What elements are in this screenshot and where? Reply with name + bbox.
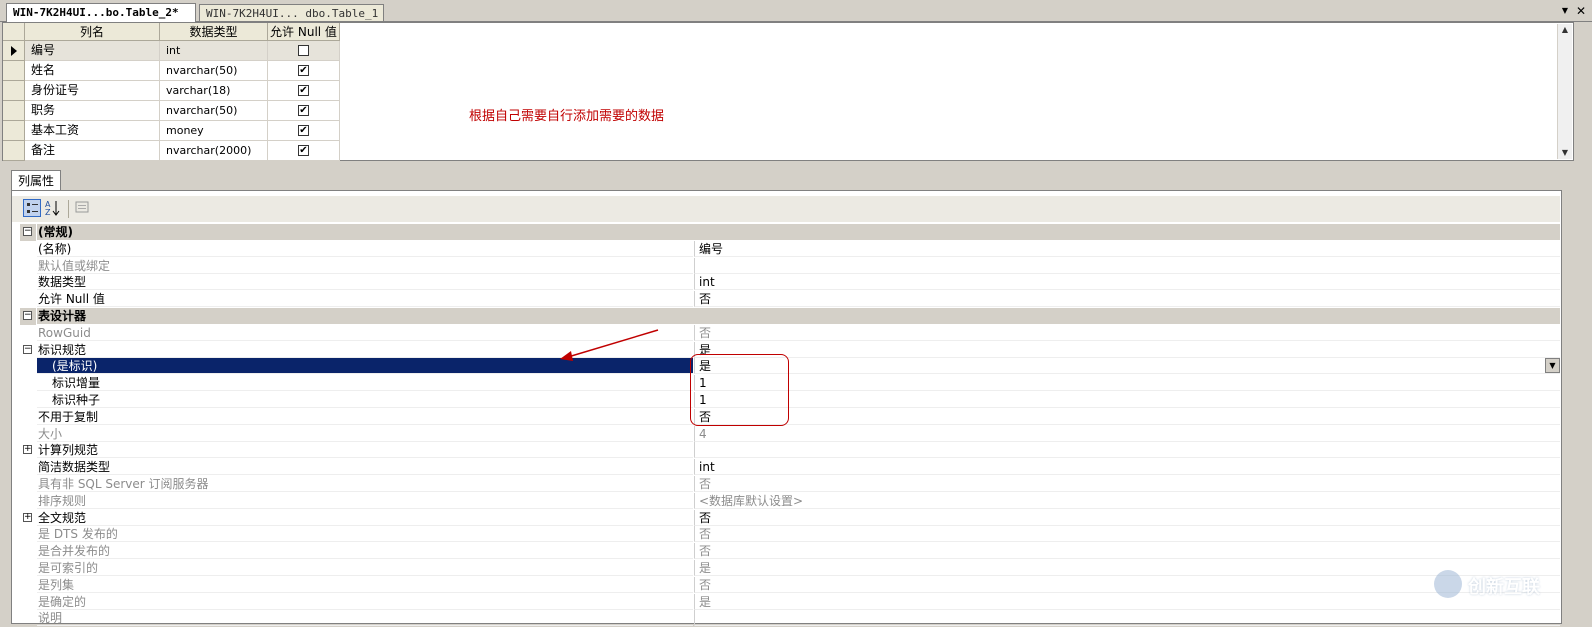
property-value[interactable]: 否 [694,543,1560,560]
expander [20,610,36,627]
property-name[interactable]: 简洁数据类型 [37,459,693,476]
property-row[interactable]: 是可索引的是 [20,560,1562,577]
expander [20,426,36,443]
property-value[interactable]: int [694,459,1560,476]
watermark-logo: 创新互联 [1434,568,1592,602]
property-row[interactable]: 是确定的是 [20,593,1562,611]
property-value-text: int [699,460,715,475]
property-value[interactable] [694,257,1560,274]
highlight-box [690,354,789,426]
property-value[interactable]: 否 [694,509,1560,526]
property-value-text: 否 [699,577,712,592]
property-value[interactable]: 否 [694,476,1560,492]
property-value[interactable]: int [694,274,1560,291]
property-value[interactable]: 是 [694,341,1560,358]
property-name[interactable]: 是列集 [37,577,693,593]
property-value[interactable]: 编号 [694,240,1560,257]
property-value[interactable] [694,442,1560,459]
property-row[interactable]: 排序规则 <数据库默认设置> [20,492,1562,510]
expander [20,459,36,476]
property-name[interactable]: 是 DTS 发布的 [37,526,693,543]
expander [20,476,36,493]
scroll-up-icon[interactable]: ▲ [1560,25,1570,35]
expander [20,543,36,560]
property-value[interactable]: 否 [694,408,1560,425]
property-value[interactable]: 否 [694,324,1560,341]
property-value-text: 否 [699,325,712,340]
property-row[interactable]: 是合并发布的否 [20,543,1562,560]
expand-icon[interactable]: + [23,512,32,522]
property-value[interactable]: 4 [694,425,1560,442]
property-name[interactable]: 大小 [37,426,693,442]
expander [20,409,36,426]
grid-vertical-scrollbar[interactable]: ▲ ▼ [1557,24,1572,159]
property-value-text: 是 [699,561,712,575]
property-value[interactable]: 否 [694,576,1560,593]
expander [20,577,36,594]
property-value[interactable]: 否 [694,526,1560,543]
property-value-text: 否 [699,292,712,307]
property-row[interactable]: 简洁数据类型 int [20,459,1562,476]
property-row[interactable]: 具有非 SQL Server 订阅服务器否 [20,476,1562,493]
expander [20,392,36,409]
property-row[interactable]: 是 DTS 发布的否 [20,526,1562,543]
property-row[interactable]: 是列集否 [20,576,1562,594]
property-value[interactable]: 1 [694,392,1560,408]
property-value-text: 否 [699,477,712,491]
property-name[interactable]: 不用于复制 [37,409,693,425]
property-value[interactable]: 1 [694,375,1560,392]
dropdown-icon[interactable]: ▼ [1545,358,1560,374]
property-name[interactable]: 是确定的 [37,594,693,610]
property-name[interactable]: 全文规范 [37,510,693,526]
annotation-arrow [560,329,659,361]
property-name[interactable]: 具有非 SQL Server 订阅服务器 [37,476,693,492]
property-value[interactable]: 否 [694,291,1560,308]
expand-icon[interactable]: + [23,445,32,455]
property-value-text: 否 [699,527,712,542]
close-tab-icon[interactable]: ✕ [1574,3,1588,19]
property-value[interactable]: 是 [694,593,1560,610]
expander [20,560,36,577]
watermark-logo-icon [1434,570,1462,598]
property-value-text: <数据库默认设置> [699,493,804,508]
property-value-text: 否 [699,510,712,525]
property-row[interactable]: 大小 4 [20,425,1562,443]
property-value-text: int [699,275,715,290]
property-name[interactable]: 标识种子 [37,392,693,408]
expander [20,493,36,510]
property-row[interactable]: + 计算列规范 [20,442,1562,459]
expander: + [20,442,36,459]
property-value[interactable]: <数据库默认设置> [694,492,1560,509]
property-row[interactable]: 标识种子 1 [20,392,1562,409]
property-value-text: 是 [699,594,712,609]
property-value-text: 4 [699,426,707,441]
expander: + [20,510,36,527]
property-name[interactable]: 计算列规范 [37,442,693,459]
property-value[interactable]: 是 [694,560,1560,576]
property-value-text: 否 [699,544,712,559]
property-row[interactable]: 说明 [20,610,1562,627]
scroll-down-icon[interactable]: ▼ [1560,148,1570,158]
property-value[interactable]: 是 ▼ [694,358,1560,375]
tab-list-dropdown-icon[interactable]: ▼ [1558,3,1572,19]
expander [20,526,36,543]
watermark-text: 创新互联 [1468,577,1540,598]
property-name[interactable]: 是可索引的 [37,560,693,576]
property-row[interactable]: + 全文规范否 [20,509,1562,527]
property-value-text: 编号 [699,241,724,256]
property-name[interactable]: 排序规则 [37,493,693,509]
property-row[interactable]: 不用于复制否 [20,408,1562,426]
property-name[interactable]: 是合并发布的 [37,543,693,560]
expander [20,594,36,611]
